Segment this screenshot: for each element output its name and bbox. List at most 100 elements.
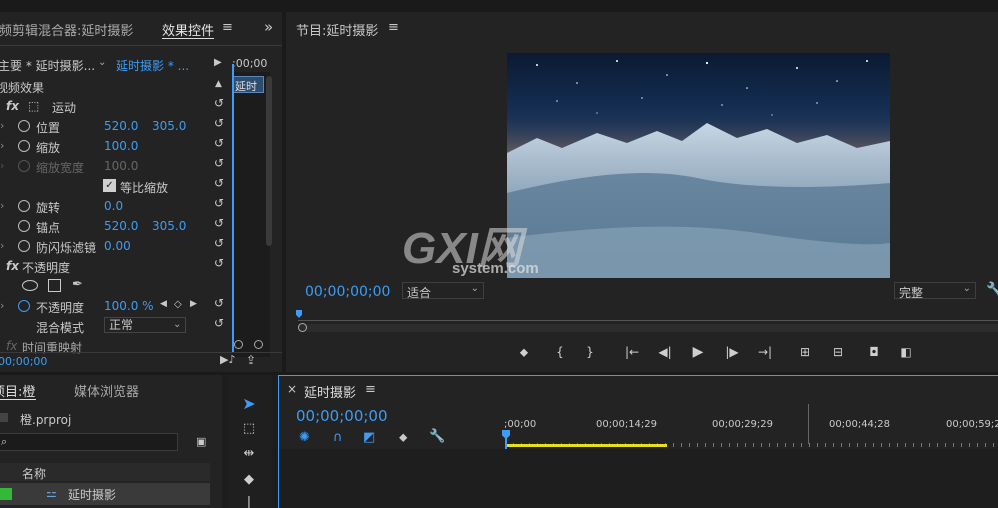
rectangle-mask-icon[interactable] [48,279,61,292]
reset-icon[interactable]: ↺ [214,216,226,230]
zoom-handle-right-icon[interactable] [254,340,263,349]
expand-chevron-icon[interactable]: › [0,239,4,252]
settings-wrench-icon[interactable]: 🔧 [986,282,998,298]
go-to-out-icon[interactable]: →| [757,344,773,360]
fx-icon[interactable]: fx [6,99,19,113]
tab-effect-controls[interactable]: 效果控件 [162,20,214,39]
work-area-bar[interactable] [505,444,667,447]
scale-value[interactable]: 100.0 [104,139,138,153]
mark-out-icon[interactable]: } [582,344,598,360]
add-keyframe-icon[interactable]: ◇ [174,299,182,310]
ec-playhead[interactable] [232,64,234,352]
stopwatch-icon[interactable] [18,120,30,132]
razor-tool-icon[interactable]: ◆ [240,471,258,489]
ec-scrollbar[interactable] [266,76,272,246]
expand-chevron-icon[interactable]: › [0,299,4,312]
media-browser-tab[interactable]: 媒体浏览器 [74,381,139,400]
project-search-input[interactable]: ⌕ [0,433,178,451]
panel-overflow-button[interactable]: » [264,18,273,36]
fx-icon[interactable]: fx [6,259,19,273]
program-title[interactable]: 节目:延时摄影 [296,20,378,39]
tab-audio-mixer[interactable]: 音频剪辑混合器:延时摄影 [0,20,133,39]
timeline-title[interactable]: 延时摄影 [304,382,356,401]
collapse-triangle-icon[interactable]: ▲ [215,79,222,89]
position-x-value[interactable]: 520.0 [104,119,138,133]
reset-icon[interactable]: ↺ [214,256,226,270]
effect-time-remap[interactable]: fx 时间重映射 [0,336,232,356]
source-clip-label[interactable]: 主要 * 延时摄影... [0,57,95,74]
transform-icon[interactable]: ⬚ [28,99,39,113]
play-only-audio-icon[interactable]: ▶ [214,57,222,68]
zoom-handle-icon[interactable] [298,323,307,332]
stopwatch-icon[interactable] [18,200,30,212]
program-timecode[interactable]: 00;00;00;00 [305,284,390,300]
snap-magnet-icon[interactable]: ∩ [333,430,343,445]
ec-timeline-area[interactable] [232,72,270,357]
stopwatch-icon[interactable] [18,140,30,152]
project-tab[interactable]: 项目:橙 [0,381,35,400]
lift-icon[interactable]: ⊞ [797,344,813,360]
ripple-edit-tool-icon[interactable]: ⇹ [240,445,258,463]
stopwatch-icon[interactable] [18,220,30,232]
timeline-timecode[interactable]: 00;00;00;00 [296,407,388,425]
timeline-settings-icon[interactable]: 🔧 [429,429,445,444]
stopwatch-icon[interactable] [18,240,30,252]
effect-controls-menu[interactable]: ≡ [222,20,233,35]
quality-select[interactable]: 完整 ⌄ [894,282,976,300]
track-select-tool-icon[interactable]: ⬚ [240,420,258,438]
export-frame-icon[interactable]: ◘ [866,344,882,360]
reset-icon[interactable]: ↺ [214,176,226,190]
uniform-scale-checkbox[interactable]: ✓ [103,179,116,192]
panel-divider-vertical[interactable] [282,12,286,372]
step-forward-icon[interactable]: |▶ [724,344,740,360]
effect-opacity[interactable]: fx 不透明度 ↺ [0,256,232,276]
add-marker-icon[interactable]: ⬥ [516,344,532,360]
comparison-view-icon[interactable]: ◧ [898,344,914,360]
opacity-value[interactable]: 100.0 % [104,299,154,313]
reset-icon[interactable]: ↺ [214,136,226,150]
reset-icon[interactable]: ↺ [214,296,226,310]
sequence-clip-label[interactable]: 延时摄影 * ... [116,57,189,74]
chevron-down-icon[interactable]: ⌄ [98,57,106,68]
reset-icon[interactable]: ↺ [214,236,226,250]
anchor-y-value[interactable]: 305.0 [152,219,186,233]
reset-icon[interactable]: ↺ [214,156,226,170]
anchor-x-value[interactable]: 520.0 [104,219,138,233]
expand-chevron-icon[interactable]: › [0,139,4,152]
new-bin-icon[interactable]: ▣ [196,435,206,448]
step-back-icon[interactable]: ◀| [657,344,673,360]
next-keyframe-icon[interactable]: ▶ [190,299,197,309]
stopwatch-icon[interactable] [18,300,30,312]
ellipse-mask-icon[interactable] [22,280,38,291]
list-item[interactable]: ⚍ 延时摄影 [0,483,210,505]
go-to-in-icon[interactable]: |← [624,344,640,360]
reset-icon[interactable]: ↺ [214,196,226,210]
add-marker-icon[interactable]: ⬥ [399,430,407,445]
program-menu[interactable]: ≡ [388,20,399,35]
rotation-value[interactable]: 0.0 [104,199,123,213]
blend-mode-select[interactable]: 正常 ⌄ [104,317,186,333]
timeline-menu[interactable]: ≡ [365,382,376,397]
zoom-handle-left-icon[interactable] [234,340,243,349]
expand-chevron-icon[interactable]: › [0,119,4,132]
export-icon[interactable]: ⇪ [246,353,256,367]
linked-selection-icon[interactable]: ◩ [363,430,375,445]
position-y-value[interactable]: 305.0 [152,119,186,133]
pen-mask-icon[interactable]: ✒ [72,277,83,292]
fit-select[interactable]: 适合 ⌄ [402,282,484,300]
reset-icon[interactable]: ↺ [214,116,226,130]
nest-icon[interactable]: ✺ [299,430,310,445]
reset-icon[interactable]: ↺ [214,316,226,330]
close-icon[interactable]: × [287,382,297,396]
prev-keyframe-icon[interactable]: ◀ [160,299,167,309]
ec-clip-bar[interactable]: 延时 [232,76,264,93]
mark-in-icon[interactable]: { [552,344,568,360]
column-header-name[interactable]: 名称 [0,463,210,481]
slip-tool-icon[interactable]: |↔| [240,494,258,508]
program-zoom-bar[interactable] [298,324,998,332]
extract-icon[interactable]: ⊟ [830,344,846,360]
track-area[interactable] [279,449,998,508]
effect-motion[interactable]: fx ⬚ 运动 ↺ [0,96,232,116]
panel-divider[interactable] [0,372,998,375]
expand-chevron-icon[interactable]: › [0,199,4,212]
